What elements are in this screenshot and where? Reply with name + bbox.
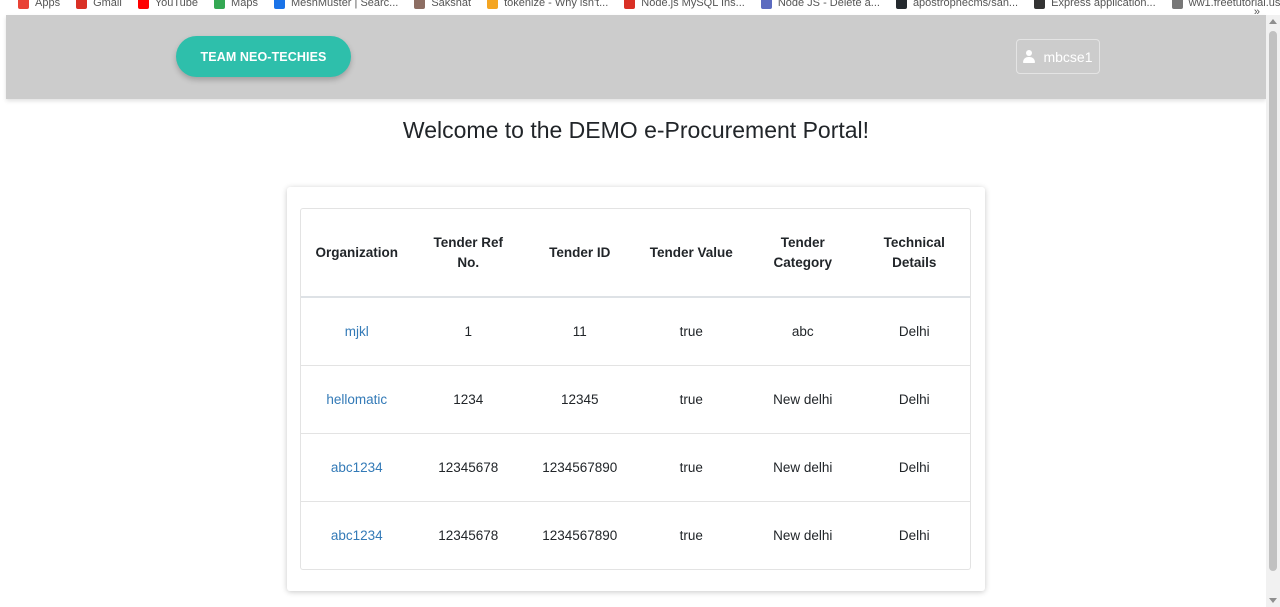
bookmark-favicon-icon <box>1034 0 1046 9</box>
organization-link[interactable]: abc1234 <box>331 528 383 543</box>
column-header-tender-ref-no: Tender Ref No. <box>412 209 524 298</box>
bookmark-item[interactable]: Sakshat <box>414 0 471 9</box>
organization-link[interactable]: mjkl <box>345 324 369 339</box>
bookmark-label: tokenize - Why isn't... <box>504 0 609 9</box>
column-header-organization: Organization <box>301 209 413 298</box>
bookmark-favicon-icon <box>760 0 772 9</box>
bookmark-item[interactable]: MeshMuster | Searc... <box>273 0 399 9</box>
bookmark-item[interactable]: Gmail <box>76 0 122 9</box>
cell-technical-details: Delhi <box>858 433 970 502</box>
bookmark-favicon-icon <box>487 0 499 9</box>
username-label: mbcse1 <box>1043 48 1093 65</box>
bookmark-favicon-icon <box>414 0 426 9</box>
scroll-up-arrow-icon[interactable] <box>1269 19 1277 24</box>
bookmark-item[interactable]: Express application... <box>1034 0 1156 9</box>
tenders-card: Organization Tender Ref No. Tender ID Te… <box>287 187 985 591</box>
bookmark-label: Node JS - Delete a... <box>777 0 880 9</box>
bookmark-item[interactable]: Maps <box>214 0 258 9</box>
table-row: abc1234 12345678 1234567890 true New del… <box>301 433 970 502</box>
page-title: Welcome to the DEMO e-Procurement Portal… <box>402 117 870 143</box>
cell-tender-value: true <box>679 527 703 543</box>
cell-ref-no: 12345678 <box>412 433 524 502</box>
scroll-down-arrow-icon[interactable] <box>1269 598 1277 603</box>
bookmark-label: Sakshat <box>431 0 472 9</box>
cell-technical-details: Delhi <box>858 297 970 366</box>
bookmark-item[interactable]: Node.js MySQL Ins... <box>624 0 745 9</box>
bookmark-label: Express application... <box>1051 0 1156 9</box>
bookmark-item[interactable]: YouTube <box>137 0 199 9</box>
cell-tender-value: true <box>635 365 747 434</box>
cell-technical-details: Delhi <box>858 365 970 434</box>
cell-ref-no: 12345678 <box>438 527 499 543</box>
bookmark-item[interactable]: apostrophecms/san... <box>895 0 1019 9</box>
bookmark-favicon-icon <box>895 0 907 9</box>
scrollbar-thumb[interactable] <box>1269 31 1277 571</box>
bookmark-favicon-icon <box>137 0 149 9</box>
cell-tender-value: true <box>635 297 747 366</box>
cell-tender-id: 1234567890 <box>542 527 618 543</box>
cell-tender-id: 11 <box>524 297 636 366</box>
cell-tender-value: true <box>635 433 747 502</box>
table-row: hellomatic 1234 12345 true New delhi Del… <box>301 365 970 434</box>
bookmark-item[interactable]: Apps <box>18 0 60 9</box>
cell-tender-category: abc <box>747 297 859 366</box>
cell-organization: mjkl <box>301 297 413 366</box>
cell-tender-category: New delhi <box>747 365 859 434</box>
bookmark-item[interactable]: ww1.freetutorial.us <box>1171 0 1280 9</box>
table-row: mjkl 1 11 true abc Delhi <box>301 297 970 366</box>
bookmark-favicon-icon <box>76 0 88 9</box>
bookmarks-bar: Apps Gmail YouTube Maps MeshMuster | Searc..… <box>0 0 1280 15</box>
column-header-tender-value: Tender Value <box>635 209 747 298</box>
user-icon <box>1023 50 1036 63</box>
bookmark-favicon-icon <box>214 0 226 9</box>
cell-organization: abc1234 <box>301 501 413 569</box>
cell-ref-no: 1 <box>412 297 524 366</box>
cell-tender-category: New delhi <box>747 433 859 502</box>
cell-ref-no: 1234 <box>412 365 524 434</box>
bookmark-label: Apps <box>35 0 61 9</box>
column-header-technical-details: Technical Details <box>858 209 970 298</box>
cell-tender-category: New delhi <box>773 527 833 543</box>
bookmark-item[interactable]: Node JS - Delete a... <box>760 0 880 9</box>
cell-organization: abc1234 <box>301 433 413 502</box>
bookmark-label: apostrophecms/san... <box>912 0 1019 9</box>
vertical-scrollbar[interactable] <box>1266 15 1280 607</box>
cell-tender-id: 12345 <box>524 365 636 434</box>
navbar: TEAM NEO-TECHIES mbcse1 <box>6 15 1266 99</box>
table-header-row: Organization Tender Ref No. Tender ID Te… <box>301 209 970 298</box>
bookmark-label: ww1.freetutorial.us <box>1188 0 1280 9</box>
cell-organization: hellomatic <box>301 365 413 434</box>
brand-button[interactable]: TEAM NEO-TECHIES <box>176 36 351 77</box>
bookmark-label: Node.js MySQL Ins... <box>641 0 745 9</box>
cell-technical-details: Delhi <box>898 527 930 543</box>
bookmark-label: YouTube <box>154 0 199 9</box>
tenders-table: Organization Tender Ref No. Tender ID Te… <box>301 209 970 569</box>
bookmark-favicon-icon <box>624 0 636 9</box>
cell-tender-id: 1234567890 <box>524 433 636 502</box>
column-header-tender-id: Tender ID <box>524 209 636 298</box>
tenders-table-container: Organization Tender Ref No. Tender ID Te… <box>300 208 971 570</box>
user-menu-button[interactable]: mbcse1 <box>1016 39 1100 74</box>
table-row: abc1234 12345678 1234567890 true New del… <box>301 501 970 569</box>
organization-link[interactable]: hellomatic <box>326 392 387 407</box>
bookmark-label: Gmail <box>93 0 122 9</box>
bookmark-label: Maps <box>231 0 258 9</box>
organization-link[interactable]: abc1234 <box>331 460 383 475</box>
bookmark-label: MeshMuster | Searc... <box>290 0 399 9</box>
bookmark-favicon-icon <box>273 0 285 9</box>
bookmark-item[interactable]: tokenize - Why isn't... <box>487 0 608 9</box>
bookmark-favicon-icon <box>18 0 29 9</box>
page: TEAM NEO-TECHIES mbcse1 Welcome to the D… <box>6 15 1266 607</box>
column-header-tender-category: Tender Category <box>747 209 859 298</box>
bookmark-favicon-icon <box>1171 0 1183 9</box>
